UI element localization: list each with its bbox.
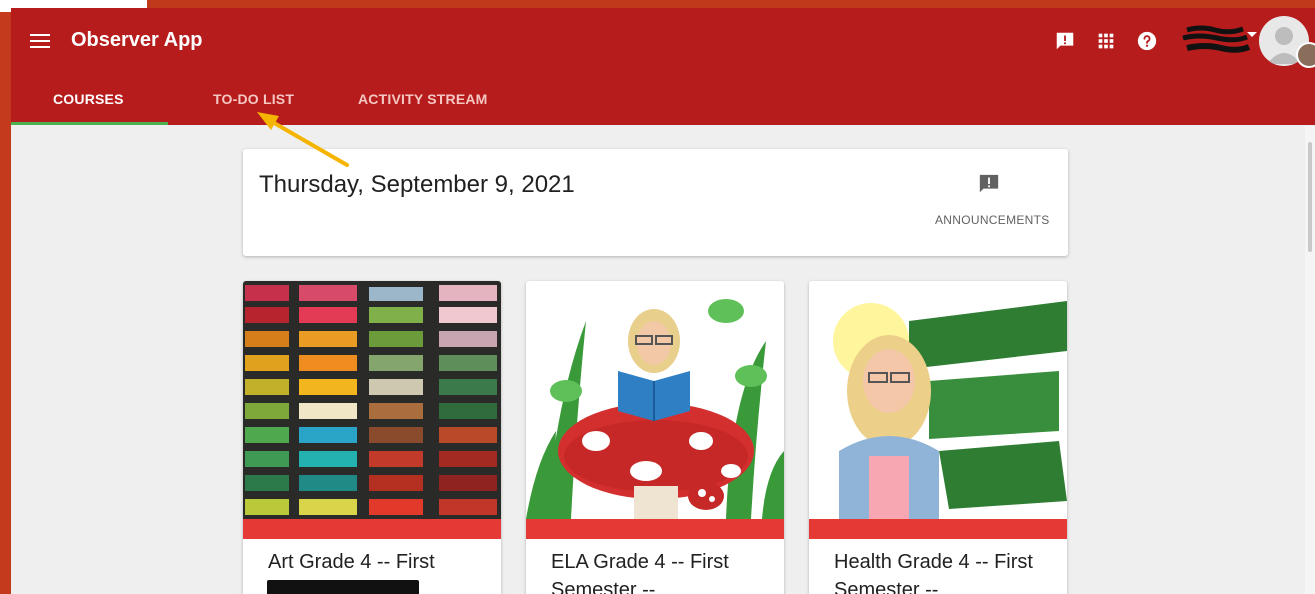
app-window: Observer App COURSES TO-DO LIST ACTIVITY… — [11, 8, 1315, 594]
background-frame — [0, 0, 11, 594]
scrollbar[interactable] — [1305, 126, 1315, 594]
announcement-icon[interactable] — [977, 173, 1001, 195]
account-name-redacted[interactable] — [1181, 24, 1251, 56]
scrollbar-thumb[interactable] — [1308, 142, 1312, 252]
announcement-icon[interactable] — [1054, 30, 1076, 52]
course-card-art[interactable]: Art Grade 4 -- First — [243, 281, 501, 594]
account-dropdown-icon[interactable] — [1247, 32, 1257, 37]
help-icon[interactable] — [1136, 30, 1158, 52]
profile-photo-badge — [1296, 42, 1315, 68]
redacted-text — [267, 580, 419, 594]
course-title[interactable]: Health Grade 4 -- First Semester -- — [834, 548, 1054, 594]
apps-grid-icon[interactable] — [1095, 30, 1117, 52]
course-card-ela[interactable]: ELA Grade 4 -- First Semester -- — [526, 281, 784, 594]
course-color-band — [809, 519, 1067, 539]
bitmoji-reading-image — [526, 281, 784, 519]
course-title[interactable]: ELA Grade 4 -- First Semester -- — [551, 548, 771, 594]
course-card-health[interactable]: Health Grade 4 -- First Semester -- — [809, 281, 1067, 594]
be-kind-to-your-mind-image — [809, 281, 1067, 519]
announcements-link[interactable]: ANNOUNCEMENTS — [935, 213, 1050, 227]
course-color-band — [526, 519, 784, 539]
course-color-band — [243, 519, 501, 539]
course-title[interactable]: Art Grade 4 -- First — [268, 548, 488, 576]
pastels-image — [243, 281, 501, 519]
annotation-arrow — [257, 112, 349, 167]
